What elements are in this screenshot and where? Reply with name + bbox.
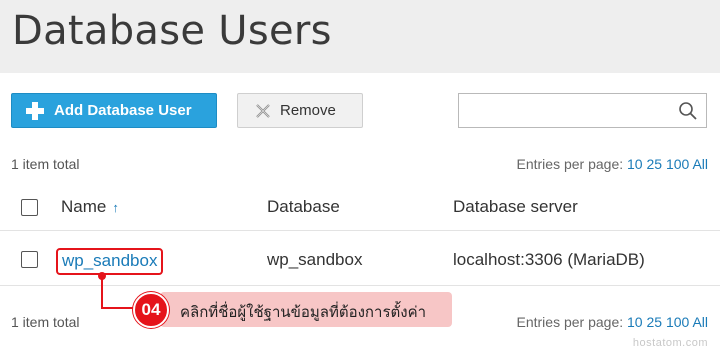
entries-label: Entries per page: bbox=[516, 156, 624, 172]
entries-label-bottom: Entries per page: bbox=[516, 314, 624, 330]
entries-option-25[interactable]: 25 bbox=[646, 156, 662, 172]
remove-icon bbox=[256, 103, 270, 118]
step-badge: 04 bbox=[133, 292, 169, 328]
entries-option-all[interactable]: All bbox=[692, 156, 708, 172]
add-database-user-label: Add Database User bbox=[54, 102, 192, 119]
entries-per-page-top: Entries per page: 10 25 100 All bbox=[517, 156, 709, 172]
remove-button[interactable]: Remove bbox=[237, 93, 363, 128]
entries-option-100-bottom[interactable]: 100 bbox=[666, 314, 689, 330]
entries-option-100[interactable]: 100 bbox=[666, 156, 689, 172]
item-total-bottom: 1 item total bbox=[11, 314, 80, 330]
callout-connector-horizontal bbox=[101, 307, 137, 309]
search-icon[interactable] bbox=[678, 101, 698, 121]
column-name-label: Name bbox=[61, 197, 107, 216]
page-title: Database Users bbox=[12, 8, 332, 54]
entries-per-page-bottom: Entries per page: 10 25 100 All bbox=[517, 314, 709, 330]
table-row: wp_sandbox wp_sandbox localhost:3306 (Ma… bbox=[0, 232, 720, 286]
user-name-link[interactable]: wp_sandbox bbox=[56, 248, 164, 275]
column-header-name[interactable]: Name ↑ bbox=[61, 197, 119, 217]
add-database-user-button[interactable]: Add Database User bbox=[11, 93, 217, 128]
sort-ascending-icon: ↑ bbox=[112, 200, 119, 215]
search-input[interactable] bbox=[459, 94, 669, 127]
page-header: Database Users bbox=[0, 0, 720, 73]
search-box bbox=[458, 93, 707, 128]
callout-dot bbox=[98, 272, 106, 280]
callout-text: คลิกที่ชื่อผู้ใช้ฐานข้อมูลที่ต้องการตั้ง… bbox=[180, 303, 427, 321]
entries-option-10-bottom[interactable]: 10 bbox=[627, 314, 643, 330]
select-all-checkbox[interactable] bbox=[21, 199, 38, 216]
column-header-database-server[interactable]: Database server bbox=[453, 197, 578, 217]
item-total-top: 1 item total bbox=[11, 156, 80, 172]
watermark: hostatom.com bbox=[632, 337, 708, 349]
remove-label: Remove bbox=[280, 102, 336, 119]
row-checkbox[interactable] bbox=[21, 251, 38, 268]
column-header-database[interactable]: Database bbox=[267, 197, 340, 217]
entries-option-25-bottom[interactable]: 25 bbox=[646, 314, 662, 330]
callout-connector bbox=[101, 276, 103, 308]
entries-option-10[interactable]: 10 bbox=[627, 156, 643, 172]
entries-option-all-bottom[interactable]: All bbox=[692, 314, 708, 330]
table-header: Name ↑ Database Database server bbox=[0, 185, 720, 231]
database-server-cell: localhost:3306 (MariaDB) bbox=[453, 250, 645, 269]
plus-icon bbox=[26, 101, 44, 120]
database-cell: wp_sandbox bbox=[267, 250, 363, 269]
